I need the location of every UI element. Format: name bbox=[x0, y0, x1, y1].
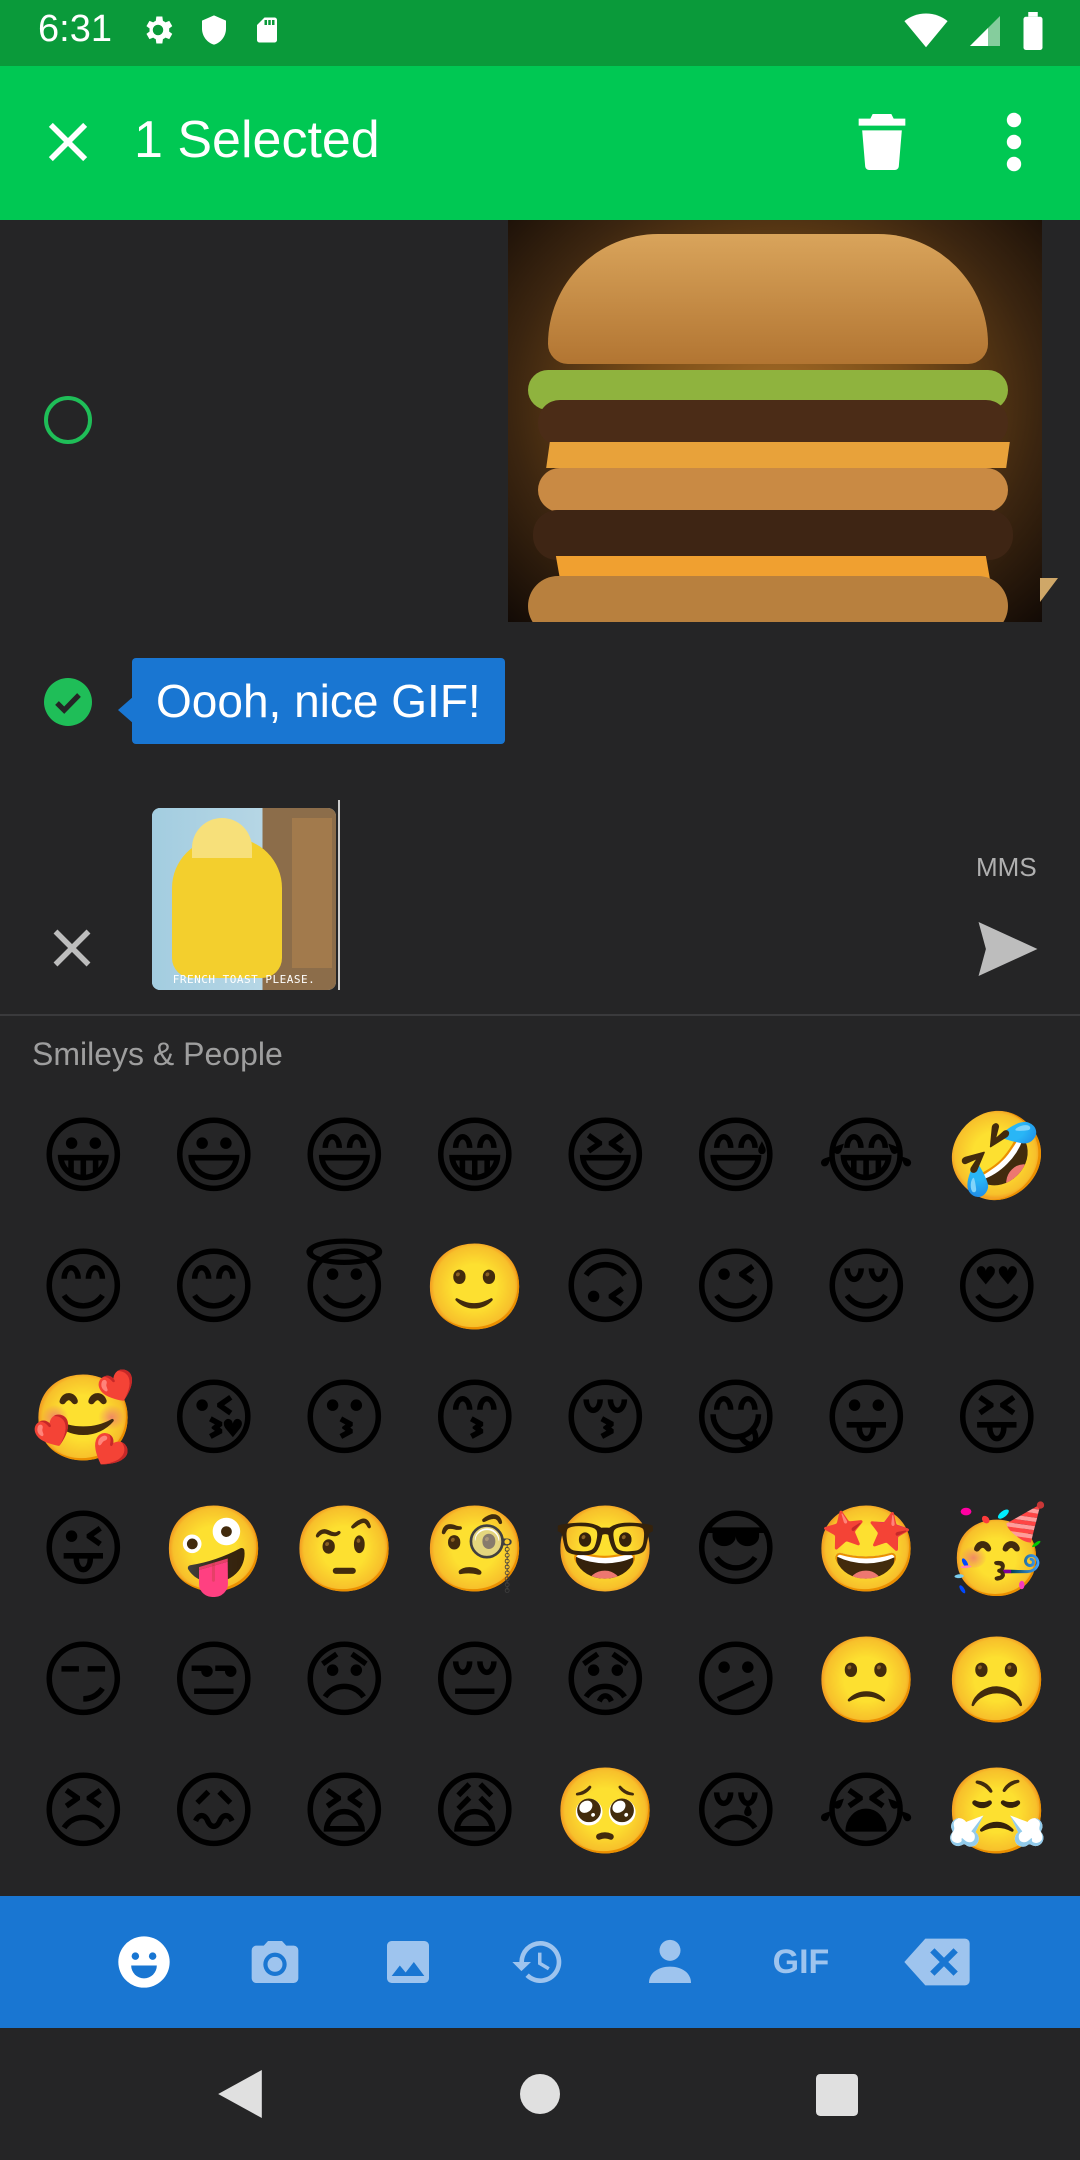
emoji-key[interactable]: 😀 bbox=[18, 1090, 149, 1221]
gif-bubble-tail bbox=[1040, 578, 1058, 602]
emoji-key[interactable]: 😃 bbox=[149, 1090, 280, 1221]
emoji-key[interactable]: 😘 bbox=[149, 1352, 280, 1483]
emoji-key[interactable]: 🤣 bbox=[932, 1090, 1063, 1221]
delete-icon[interactable] bbox=[858, 114, 906, 170]
emoji-key[interactable]: 😄 bbox=[279, 1090, 410, 1221]
backspace-icon[interactable] bbox=[902, 1934, 972, 1990]
send-icon[interactable] bbox=[978, 922, 1038, 976]
gif-message[interactable] bbox=[508, 220, 1042, 622]
emoji-key[interactable]: 😌 bbox=[801, 1221, 932, 1352]
emoji-key[interactable]: 😒 bbox=[149, 1614, 280, 1745]
emoji-key[interactable]: 😖 bbox=[149, 1745, 280, 1876]
selection-title: 1 Selected bbox=[134, 111, 380, 169]
system-navigation-bar bbox=[0, 2028, 1080, 2160]
emoji-key[interactable]: 😕 bbox=[671, 1614, 802, 1745]
emoji-key[interactable]: 😏 bbox=[18, 1614, 149, 1745]
home-icon[interactable] bbox=[520, 2074, 560, 2114]
signal-icon bbox=[970, 16, 1000, 46]
close-selection-icon[interactable] bbox=[42, 116, 94, 168]
gif-tab[interactable]: GIF bbox=[766, 1940, 836, 1984]
history-icon[interactable] bbox=[508, 1934, 568, 1990]
emoji-key[interactable]: 🥳 bbox=[932, 1483, 1063, 1614]
emoji-key[interactable]: 😅 bbox=[671, 1090, 802, 1221]
status-bar: 6:31 bbox=[0, 0, 1080, 66]
emoji-key[interactable]: 🤨 bbox=[279, 1483, 410, 1614]
battery-icon bbox=[1023, 12, 1043, 50]
emoji-key[interactable]: 🤩 bbox=[801, 1483, 932, 1614]
emoji-key[interactable]: 😇 bbox=[279, 1221, 410, 1352]
cancel-attachment-icon[interactable] bbox=[50, 926, 94, 970]
emoji-key[interactable]: 😫 bbox=[279, 1745, 410, 1876]
emoji-key[interactable]: 🥰 bbox=[18, 1352, 149, 1483]
emoji-key[interactable]: 😂 bbox=[801, 1090, 932, 1221]
emoji-key[interactable]: 😙 bbox=[410, 1352, 541, 1483]
emoji-key[interactable]: 😤 bbox=[932, 1745, 1063, 1876]
emoji-key[interactable]: 😊 bbox=[18, 1221, 149, 1352]
emoji-key[interactable]: 😩 bbox=[410, 1745, 541, 1876]
sd-card-icon bbox=[257, 17, 277, 43]
message-selected-check-icon[interactable] bbox=[44, 678, 92, 726]
emoji-key[interactable]: 😉 bbox=[671, 1221, 802, 1352]
recents-icon[interactable] bbox=[816, 2074, 858, 2116]
emoji-key[interactable]: 🧐 bbox=[410, 1483, 541, 1614]
gif-attachment-thumbnail[interactable]: FRENCH TOAST PLEASE. bbox=[152, 808, 336, 990]
selection-app-bar: 1 Selected bbox=[0, 66, 1080, 220]
emoji-key[interactable]: 😭 bbox=[801, 1745, 932, 1876]
emoji-key[interactable]: 😝 bbox=[932, 1352, 1063, 1483]
smiley-icon[interactable] bbox=[114, 1934, 174, 1990]
mms-label: MMS bbox=[976, 852, 1037, 882]
emoji-tab-bar: GIF bbox=[0, 1896, 1080, 2028]
emoji-key[interactable]: 🤓 bbox=[540, 1483, 671, 1614]
emoji-key[interactable]: 😟 bbox=[540, 1614, 671, 1745]
status-time: 6:31 bbox=[38, 8, 112, 50]
emoji-key[interactable]: 🙂 bbox=[410, 1221, 541, 1352]
emoji-key[interactable]: 🙃 bbox=[540, 1221, 671, 1352]
emoji-key[interactable]: 😗 bbox=[279, 1352, 410, 1483]
emoji-key[interactable]: 😢 bbox=[671, 1745, 802, 1876]
settings-icon bbox=[146, 16, 173, 44]
emoji-key[interactable]: 😚 bbox=[540, 1352, 671, 1483]
attachment-caption: FRENCH TOAST PLEASE. bbox=[172, 973, 316, 986]
wifi-icon bbox=[904, 13, 948, 48]
emoji-key[interactable]: 😜 bbox=[18, 1483, 149, 1614]
emoji-key[interactable]: ☹️ bbox=[932, 1614, 1063, 1745]
emoji-key[interactable]: 😣 bbox=[18, 1745, 149, 1876]
text-cursor bbox=[338, 800, 340, 990]
emoji-key[interactable]: 😍 bbox=[932, 1221, 1063, 1352]
text-message-bubble[interactable]: Oooh, nice GIF! bbox=[132, 658, 505, 744]
emoji-key[interactable]: 🙁 bbox=[801, 1614, 932, 1745]
back-icon[interactable] bbox=[218, 2070, 262, 2118]
emoji-key[interactable]: 😛 bbox=[801, 1352, 932, 1483]
image-icon[interactable] bbox=[378, 1934, 438, 1990]
emoji-key[interactable]: 🤪 bbox=[149, 1483, 280, 1614]
more-options-icon[interactable] bbox=[1000, 112, 1028, 172]
emoji-key[interactable]: 😋 bbox=[671, 1352, 802, 1483]
camera-icon[interactable] bbox=[245, 1934, 305, 1990]
message-select-circle[interactable] bbox=[44, 396, 92, 444]
emoji-key[interactable]: 😔 bbox=[410, 1614, 541, 1745]
emoji-key[interactable]: 😎 bbox=[671, 1483, 802, 1614]
emoji-grid: 😀 😃 😄 😁 😆 😅 😂 🤣 😊 😊 😇 🙂 🙃 😉 😌 😍 🥰 😘 😗 😙 😚 😋 😛 😝 😜 🤪 🤨 🧐 🤓 😎 🤩 🥳 😏 😒 😞 😔 😟 😕 🙁 ☹… bbox=[18, 1090, 1062, 1876]
emoji-key[interactable]: 😞 bbox=[279, 1614, 410, 1745]
emoji-key[interactable]: 😊 bbox=[149, 1221, 280, 1352]
emoji-key[interactable]: 🥺 bbox=[540, 1745, 671, 1876]
emoji-section-title: Smileys & People bbox=[32, 1036, 283, 1072]
person-icon[interactable] bbox=[640, 1934, 700, 1990]
emoji-key[interactable]: 😁 bbox=[410, 1090, 541, 1221]
shield-icon bbox=[202, 15, 226, 45]
emoji-key[interactable]: 😆 bbox=[540, 1090, 671, 1221]
